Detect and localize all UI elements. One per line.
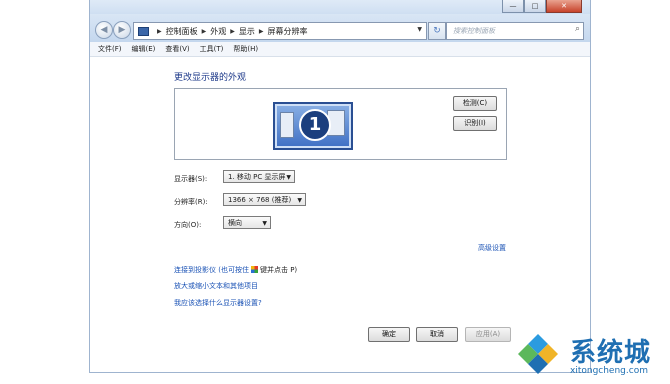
breadcrumb-display[interactable]: 显示 bbox=[239, 26, 255, 37]
chevron-right-icon[interactable]: ▶ bbox=[259, 28, 264, 35]
menu-help[interactable]: 帮助(H) bbox=[233, 44, 258, 54]
breadcrumb-appearance[interactable]: 外观 bbox=[210, 26, 226, 37]
watermark: 系统城 xitongcheng.com bbox=[514, 326, 670, 384]
chevron-right-icon[interactable]: ▶ bbox=[230, 28, 235, 35]
breadcrumb: ▶ 控制面板 ▶ 外观 ▶ 显示 ▶ 屏幕分辨率 bbox=[153, 26, 308, 37]
cancel-button[interactable]: 取消 bbox=[416, 327, 458, 342]
display-preview: 1 检测(C) 识别(I) bbox=[174, 88, 507, 160]
main-content: 更改显示器的外观 1 检测(C) 识别(I) 显示器(S): 1. 移动 PC … bbox=[90, 57, 590, 372]
page-title: 更改显示器的外观 bbox=[174, 73, 247, 83]
chevron-right-icon: ▶ bbox=[157, 27, 162, 35]
search-box[interactable]: 搜索控制面板 ⌕ bbox=[446, 22, 584, 40]
ok-button[interactable]: 确定 bbox=[368, 327, 410, 342]
control-panel-icon bbox=[138, 26, 149, 36]
search-icon[interactable]: ⌕ bbox=[575, 24, 580, 34]
monitor-number-badge: 1 bbox=[299, 109, 331, 141]
connect-projector-link[interactable]: 连接到投影仪 (也可按住 键并点击 P) bbox=[174, 265, 297, 275]
forward-button[interactable]: ▶ bbox=[113, 21, 131, 39]
xitongcheng-logo-icon bbox=[518, 334, 558, 374]
connect-projector-hint: 键并点击 P) bbox=[259, 266, 298, 274]
watermark-title: 系统城 bbox=[570, 338, 652, 368]
resolution-select-value: 1366 × 768 (推荐) bbox=[228, 196, 292, 204]
resolution-select[interactable]: 1366 × 768 (推荐) ▼ bbox=[223, 193, 306, 206]
identify-button[interactable]: 识别(I) bbox=[453, 116, 497, 131]
address-bar-area: ◀ ▶ ▶ 控制面板 ▶ 外观 ▶ 显示 ▶ 屏幕分辨率 ▼ ↻ 搜索控制面板 … bbox=[90, 14, 590, 42]
title-bar: — □ ✕ bbox=[90, 0, 590, 14]
which-settings-link[interactable]: 我应该选择什么显示器设置? bbox=[174, 298, 262, 308]
advanced-settings-link[interactable]: 高级设置 bbox=[478, 243, 506, 253]
monitor-1-thumbnail[interactable]: 1 bbox=[273, 102, 353, 150]
back-arrow-icon: ◀ bbox=[100, 25, 108, 35]
close-icon[interactable]: ✕ bbox=[546, 0, 582, 13]
window-controls: — □ ✕ bbox=[502, 0, 582, 13]
windows-logo-icon bbox=[250, 266, 258, 273]
minimize-icon[interactable]: — bbox=[502, 0, 524, 13]
menu-file[interactable]: 文件(F) bbox=[98, 44, 122, 54]
chevron-down-icon: ▼ bbox=[297, 197, 302, 204]
apply-button[interactable]: 应用(A) bbox=[465, 327, 511, 342]
maximize-icon[interactable]: □ bbox=[524, 0, 546, 13]
display-select-value: 1. 移动 PC 显示屏 bbox=[228, 173, 286, 181]
chevron-down-icon: ▼ bbox=[286, 174, 291, 181]
menu-view[interactable]: 查看(V) bbox=[165, 44, 189, 54]
orientation-select[interactable]: 横向 ▼ bbox=[223, 216, 271, 229]
text-size-link[interactable]: 放大或缩小文本和其他项目 bbox=[174, 281, 258, 291]
window-thumbnail bbox=[280, 112, 294, 138]
chevron-down-icon[interactable]: ▼ bbox=[417, 26, 422, 33]
breadcrumb-screen-resolution[interactable]: 屏幕分辨率 bbox=[268, 26, 308, 37]
search-input[interactable]: 搜索控制面板 bbox=[453, 26, 495, 36]
forward-arrow-icon: ▶ bbox=[118, 25, 126, 35]
menu-edit[interactable]: 编辑(E) bbox=[132, 44, 156, 54]
menu-tools[interactable]: 工具(T) bbox=[200, 44, 224, 54]
orientation-label: 方向(O): bbox=[174, 221, 202, 229]
back-button[interactable]: ◀ bbox=[95, 21, 113, 39]
refresh-icon: ↻ bbox=[433, 26, 441, 36]
screen-resolution-window: — □ ✕ ◀ ▶ ▶ 控制面板 ▶ 外观 ▶ 显示 ▶ 屏幕分辨率 ▼ ↻ 搜… bbox=[89, 0, 591, 373]
display-label: 显示器(S): bbox=[174, 175, 208, 183]
watermark-url: xitongcheng.com bbox=[570, 366, 648, 376]
menu-bar: 文件(F) 编辑(E) 查看(V) 工具(T) 帮助(H) bbox=[90, 42, 590, 57]
address-field[interactable]: ▶ 控制面板 ▶ 外观 ▶ 显示 ▶ 屏幕分辨率 ▼ bbox=[133, 22, 427, 40]
chevron-right-icon[interactable]: ▶ bbox=[202, 28, 207, 35]
refresh-button[interactable]: ↻ bbox=[428, 22, 446, 40]
breadcrumb-control-panel[interactable]: 控制面板 bbox=[166, 26, 198, 37]
chevron-down-icon: ▼ bbox=[262, 220, 267, 227]
detect-button[interactable]: 检测(C) bbox=[453, 96, 497, 111]
connect-projector-text: 连接到投影仪 (也可按住 bbox=[174, 266, 249, 274]
display-select[interactable]: 1. 移动 PC 显示屏 ▼ bbox=[223, 170, 295, 183]
resolution-label: 分辨率(R): bbox=[174, 198, 208, 206]
orientation-select-value: 横向 bbox=[228, 219, 242, 227]
